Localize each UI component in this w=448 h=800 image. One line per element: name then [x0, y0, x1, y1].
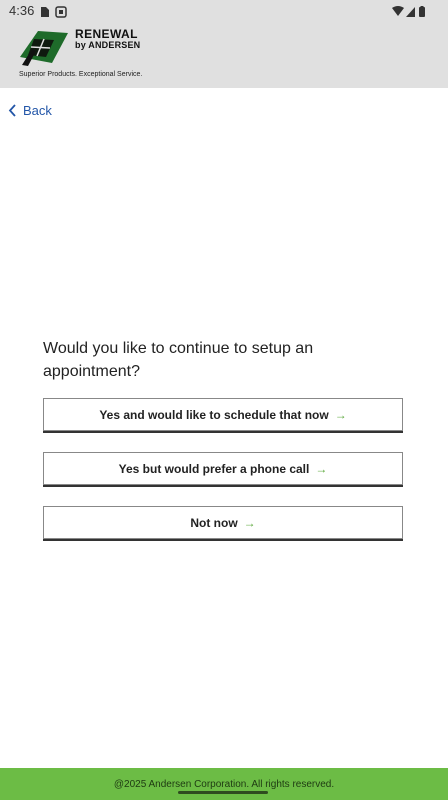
option-label: Not now: [190, 515, 238, 530]
phone-call-button[interactable]: Yes but would prefer a phone call →: [43, 452, 403, 485]
logo-tagline: Superior Products. Exceptional Service.: [19, 71, 143, 78]
renewal-by-andersen-logo: RENEWAL by ANDERSEN Superior Products. E…: [18, 27, 146, 83]
status-bar: 4:36: [0, 0, 448, 22]
sim-card-icon: [41, 7, 49, 17]
gesture-nav-handle[interactable]: [178, 791, 268, 794]
schedule-now-button[interactable]: Yes and would like to schedule that now …: [43, 398, 403, 431]
status-time: 4:36: [9, 3, 35, 18]
wifi-icon: [392, 6, 404, 16]
footer: @2025 Andersen Corporation. All rights r…: [0, 768, 448, 800]
not-now-button[interactable]: Not now →: [43, 506, 403, 539]
arrow-right-icon: →: [315, 461, 328, 476]
status-left-icons: [40, 5, 70, 23]
logo-window-icon: [20, 31, 68, 66]
logo-brand-line2: by ANDERSEN: [75, 40, 141, 50]
logo-brand-line1: RENEWAL: [75, 27, 138, 41]
option-label: Yes but would prefer a phone call: [118, 461, 310, 476]
appointment-question: Would you like to continue to setup an a…: [43, 340, 314, 380]
option-label: Yes and would like to schedule that now: [99, 407, 329, 422]
chevron-left-icon: [8, 104, 16, 117]
status-right-icons: [392, 5, 428, 23]
screen-record-icon: [55, 6, 67, 18]
back-button[interactable]: Back: [8, 103, 52, 118]
battery-icon: [419, 6, 425, 17]
arrow-right-icon: →: [334, 407, 347, 422]
cell-signal-icon: [406, 7, 415, 17]
back-label: Back: [23, 103, 52, 118]
arrow-right-icon: →: [243, 515, 256, 530]
copyright-text: @2025 Andersen Corporation. All rights r…: [113, 778, 335, 790]
app-header: 4:36 RENEWAL by ANDERSEN Superior Produc…: [0, 0, 448, 88]
